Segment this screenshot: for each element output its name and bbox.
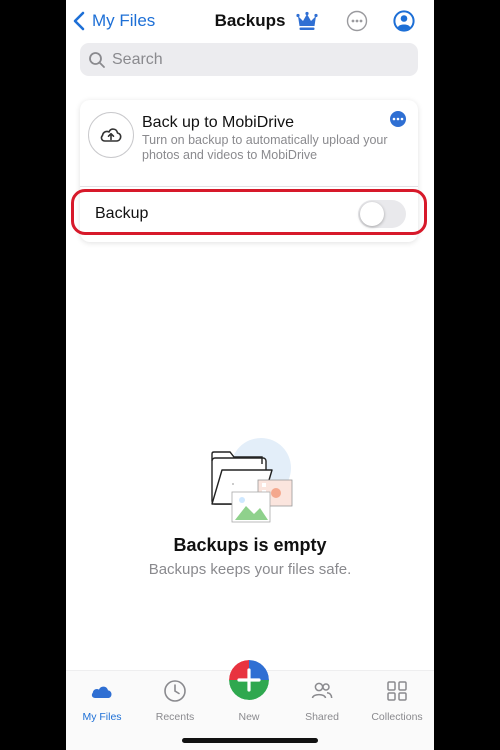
search-bar[interactable] [80, 43, 418, 76]
empty-state-title: Backups is empty [173, 535, 327, 555]
tab-my-files-label: My Files [82, 711, 122, 723]
more-options-dot-icon[interactable] [390, 111, 406, 127]
tab-collections-label: Collections [371, 711, 423, 723]
backup-card: Back up to MobiDrive Turn on backup to a… [80, 100, 418, 242]
home-indicator [182, 738, 318, 743]
backup-card-title: Back up to MobiDrive [142, 114, 295, 131]
cloud-icon [91, 686, 112, 698]
search-icon [89, 51, 105, 68]
tab-shared[interactable]: Shared [286, 679, 358, 723]
search-input[interactable] [112, 50, 392, 69]
page-title: Backups [214, 11, 286, 30]
cloud-upload-badge [88, 112, 134, 158]
backups-screen: My Files Backups Search Back up to MobiD… [66, 0, 434, 750]
grid-icon [387, 681, 407, 701]
tab-recents-label: Recents [155, 711, 195, 723]
people-icon [311, 682, 333, 699]
new-button[interactable] [229, 660, 269, 700]
tab-my-files[interactable]: My Files [66, 679, 138, 723]
backup-toggle-label: Backup [95, 205, 149, 222]
empty-folder-illustration [211, 438, 293, 523]
clock-icon [164, 680, 186, 702]
account-icon[interactable] [393, 10, 415, 32]
more-options-icon[interactable] [346, 10, 368, 32]
backup-toggle-row[interactable]: Backup [80, 190, 418, 238]
tab-new-label: New [238, 711, 260, 723]
tab-recents[interactable]: Recents [139, 679, 211, 723]
cloud-upload-icon [100, 128, 122, 142]
tab-shared-label: Shared [305, 711, 339, 723]
crown-icon[interactable] [296, 10, 318, 32]
card-divider [80, 186, 418, 187]
tab-collections[interactable]: Collections [361, 679, 433, 723]
backup-card-description: Turn on backup to automatically upload y… [142, 133, 388, 162]
empty-state-subtitle: Backups keeps your files safe. [148, 561, 352, 578]
toggle-knob [360, 202, 384, 226]
plus-icon [229, 660, 269, 700]
nav-bar: My Files Backups [66, 0, 434, 42]
backup-toggle[interactable] [358, 200, 406, 228]
